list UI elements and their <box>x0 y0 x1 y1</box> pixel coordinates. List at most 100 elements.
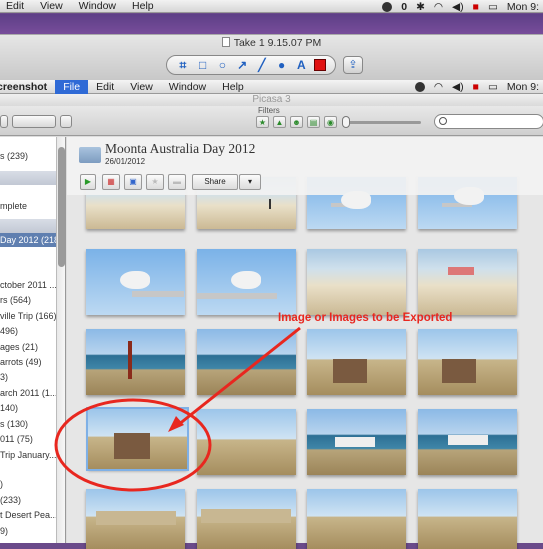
bluetooth-icon[interactable]: ✱ <box>416 1 425 13</box>
photo-thumbnail[interactable] <box>418 329 517 395</box>
sidebar-item[interactable]: s (130) <box>0 417 56 431</box>
movie-icon[interactable]: ▣ <box>124 174 142 190</box>
filter-movie-icon[interactable]: ▤ <box>307 116 320 128</box>
filter-slider-track[interactable] <box>345 121 421 124</box>
document-icon <box>221 37 230 47</box>
album-title: Moonta Australia Day 2012 <box>105 141 256 156</box>
battery-icon-inner[interactable]: ▭ <box>488 81 498 93</box>
save-icon[interactable]: ▬ <box>168 174 186 190</box>
clock-inner[interactable]: Mon 9: <box>507 81 539 93</box>
sidebar-item[interactable]: ) <box>0 477 56 491</box>
star-icon[interactable]: ★ <box>146 174 164 190</box>
sidebar-item[interactable]: 3) <box>0 370 56 384</box>
sidebar-section-header[interactable] <box>0 171 56 185</box>
collage-icon[interactable]: ▦ <box>102 174 120 190</box>
sidebar-item[interactable]: ville Trip (166) <box>0 309 57 323</box>
ellipse-tool-icon[interactable]: ○ <box>215 58 229 72</box>
sidebar-item[interactable]: rs (564) <box>0 293 56 307</box>
photo-thumbnail[interactable] <box>418 409 517 475</box>
menu-edit[interactable]: Edit <box>6 0 24 12</box>
app-menu[interactable]: creenshot <box>0 81 55 93</box>
filter-upload-icon[interactable]: ▲ <box>273 116 286 128</box>
rectangle-tool-icon[interactable]: □ <box>196 58 210 72</box>
clock[interactable]: Mon 9: <box>507 1 539 13</box>
blur-drop-icon[interactable]: ● <box>275 58 289 72</box>
sidebar-item[interactable]: t Desert Pea... <box>0 508 58 522</box>
filter-person-icon[interactable]: ☻ <box>290 116 303 128</box>
photo-thumbnail[interactable] <box>307 249 406 315</box>
sidebar-scroll-thumb[interactable] <box>58 147 65 267</box>
photo-thumbnail[interactable] <box>197 329 296 395</box>
sidebar-item[interactable]: arch 2011 (1... <box>0 386 57 400</box>
share-dropdown-icon[interactable]: ▾ <box>239 174 261 190</box>
crop-icon[interactable]: ⌗ <box>176 58 190 72</box>
menu-file[interactable]: File <box>55 79 89 94</box>
album-header: Moonta Australia Day 2012 26/01/2012 ▶ ▦… <box>67 137 543 195</box>
annotation-label: Image or Images to be Exported <box>278 312 453 324</box>
photo-thumbnail[interactable] <box>307 409 406 475</box>
photo-thumbnail[interactable] <box>86 489 185 549</box>
color-swatch[interactable] <box>314 59 327 71</box>
wifi-icon-inner[interactable]: ◠ <box>434 81 443 93</box>
photo-thumbnail[interactable] <box>418 249 517 315</box>
share-upload-icon[interactable]: ⇪ <box>343 56 363 74</box>
sidebar-item-selected[interactable]: Day 2012 (218) <box>0 233 62 247</box>
sidebar-item[interactable]: (233) <box>0 493 56 507</box>
sidebar-item[interactable]: 9) <box>0 524 56 538</box>
sidebar-item[interactable]: Trip January... <box>0 448 57 462</box>
view-options-button[interactable] <box>60 115 72 128</box>
filter-star-icon[interactable]: ★ <box>256 116 269 128</box>
text-tool-icon[interactable]: A <box>294 58 308 72</box>
battery-count[interactable]: 0 <box>401 1 407 13</box>
volume-icon[interactable]: ◀) <box>452 1 464 13</box>
desktop-background <box>0 14 543 36</box>
status-app-icon[interactable] <box>382 1 393 12</box>
filter-geotag-icon[interactable]: ◉ <box>324 116 337 128</box>
sidebar-item[interactable]: arrots (49) <box>0 355 56 369</box>
photo-thumbnail[interactable] <box>197 249 296 315</box>
photo-thumbnail[interactable] <box>307 489 406 549</box>
screenshot-window: Take 1 9.15.07 PM ⌗ □ ○ ↗ ╱ ● A ⇪ <box>0 34 543 80</box>
search-icon <box>439 117 447 125</box>
sidebar-item[interactable]: mplete <box>0 199 56 213</box>
photo-thumbnail[interactable] <box>197 489 296 549</box>
album-sidebar: s (239) mplete Day 2012 (218) ctober 201… <box>0 137 66 543</box>
arrow-tool-icon[interactable]: ↗ <box>235 58 249 72</box>
view-mode-toggle[interactable] <box>12 115 56 128</box>
menu-help-inner[interactable]: Help <box>214 80 252 94</box>
play-slideshow-icon[interactable]: ▶ <box>80 174 96 190</box>
menu-edit-inner[interactable]: Edit <box>88 80 122 94</box>
line-tool-icon[interactable]: ╱ <box>255 58 269 72</box>
window-title: Take 1 9.15.07 PM <box>0 37 543 49</box>
sidebar-item[interactable]: ages (21) <box>0 340 56 354</box>
folder-icon <box>79 147 101 163</box>
photo-thumbnail[interactable] <box>197 409 296 475</box>
share-button[interactable]: Share <box>192 174 238 190</box>
sidebar-item[interactable]: s (239) <box>0 149 56 163</box>
sidebar-section-header[interactable] <box>0 219 56 233</box>
sidebar-item[interactable]: ctober 2011 ... <box>0 278 57 292</box>
back-button[interactable] <box>0 115 8 128</box>
volume-icon-inner[interactable]: ◀) <box>452 81 464 93</box>
menu-window[interactable]: Window <box>79 0 116 12</box>
sidebar-item[interactable]: 011 (75) <box>0 432 56 446</box>
search-input[interactable] <box>434 114 543 129</box>
menu-help[interactable]: Help <box>132 0 154 12</box>
menu-view[interactable]: View <box>40 0 63 12</box>
filter-slider-knob[interactable] <box>342 116 350 128</box>
photo-thumbnail[interactable] <box>86 329 185 395</box>
flag-icon-inner[interactable]: ■ <box>473 81 479 93</box>
photo-thumbnail[interactable] <box>86 249 185 315</box>
battery-icon[interactable]: ▭ <box>488 1 498 13</box>
flag-icon[interactable]: ■ <box>473 1 479 13</box>
menu-view-inner[interactable]: View <box>122 80 161 94</box>
status-app-icon-inner[interactable] <box>414 82 425 92</box>
sidebar-item[interactable]: 496) <box>0 324 56 338</box>
picasa-toolbar: Filters ★ ▲ ☻ ▤ ◉ <box>0 106 543 136</box>
photo-thumbnail[interactable] <box>307 329 406 395</box>
sidebar-item[interactable]: 140) <box>0 401 56 415</box>
wifi-icon[interactable]: ◠ <box>434 1 443 13</box>
photo-thumbnail-selected[interactable] <box>86 407 189 471</box>
menu-window-inner[interactable]: Window <box>161 80 214 94</box>
photo-thumbnail[interactable] <box>418 489 517 549</box>
